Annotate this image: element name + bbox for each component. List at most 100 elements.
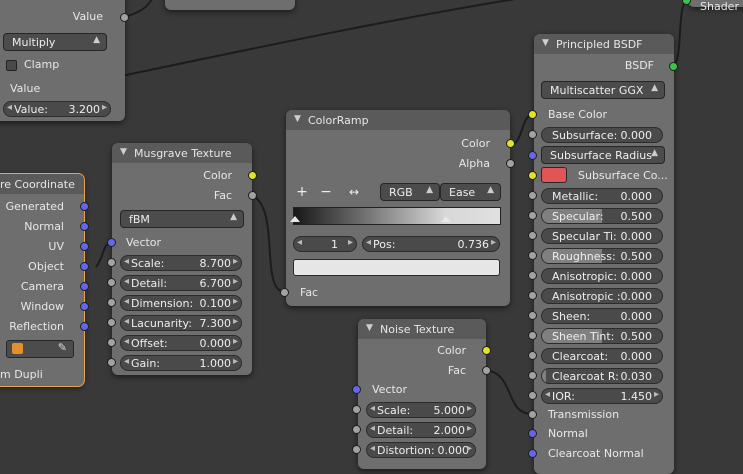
specular-tint-socket[interactable] (528, 231, 537, 240)
noise-detail-socket[interactable] (352, 425, 361, 434)
output-node[interactable]: Shader (688, 0, 743, 13)
specular-socket[interactable] (528, 211, 537, 220)
texture-coordinate-header[interactable]: re Coordinate (0, 174, 84, 194)
colorramp-fac-socket[interactable] (280, 288, 289, 297)
generated-socket[interactable] (80, 202, 89, 211)
stop-position-field[interactable]: ◂ Pos: 0.736 ▸ (362, 236, 500, 252)
metallic-socket[interactable] (528, 191, 537, 200)
musgrave-fac-socket[interactable] (248, 191, 257, 200)
anisotropic-field[interactable]: Anisotropic: 0.000 (541, 268, 663, 284)
value-output-socket[interactable] (120, 13, 129, 22)
distribution-dropdown[interactable]: Multiscatter GGX ▲ (541, 81, 665, 99)
camera-socket[interactable] (80, 282, 89, 291)
specular-tint-field[interactable]: Specular Ti: 0.000 (541, 228, 663, 244)
flip-ramp-button[interactable]: ↔ (342, 183, 366, 201)
musgrave-lacunarity-socket[interactable] (107, 318, 116, 327)
eyedropper-icon[interactable]: ✎ (58, 341, 67, 354)
value-field[interactable]: ◂ Value: 3.200 ▸ (3, 101, 111, 117)
musgrave-dimension-field[interactable]: ◂ Dimension: 0.100 ▸ (120, 295, 242, 311)
musgrave-dimension-socket[interactable] (107, 298, 116, 307)
color-stop-handle-0[interactable] (290, 216, 300, 222)
object-socket[interactable] (80, 262, 89, 271)
principled-bsdf-node[interactable]: ▼ Principled BSDF BSDF Multiscatter GGX … (534, 34, 674, 474)
subsurface-field[interactable]: Subsurface: 0.000 (541, 127, 663, 143)
colorramp-alpha-socket[interactable] (506, 159, 515, 168)
roughness-field[interactable]: Roughness: 0.500 (541, 248, 663, 264)
reflection-socket[interactable] (80, 322, 89, 331)
noise-scale-socket[interactable] (352, 405, 361, 414)
subsurface-socket[interactable] (528, 130, 537, 139)
collapse-triangle-icon[interactable]: ▼ (120, 147, 127, 157)
color-ramp-gradient[interactable] (293, 207, 501, 225)
clamp-checkbox[interactable] (6, 60, 17, 71)
window-socket[interactable] (80, 302, 89, 311)
noise-detail-field[interactable]: ◂ Detail: 2.000 ▸ (366, 422, 476, 438)
metallic-field[interactable]: Metallic: 0.000 (541, 188, 663, 204)
subsurface-color-swatch[interactable] (541, 167, 567, 183)
collapse-triangle-icon[interactable]: ▼ (366, 323, 373, 333)
math-node[interactable]: Value Multiply ▲ Clamp Value ◂ Value: 3.… (0, 0, 125, 121)
ior-socket[interactable] (528, 391, 537, 400)
musgrave-scale-socket[interactable] (107, 258, 116, 267)
specular-field[interactable]: Specular: 0.500 (541, 208, 663, 224)
musgrave-gain-socket[interactable] (107, 358, 116, 367)
bsdf-header[interactable]: ▼ Principled BSDF (534, 34, 674, 54)
musgrave-lacunarity-field[interactable]: ◂ Lacunarity: 7.300 ▸ (120, 315, 242, 331)
noise-header[interactable]: ▼ Noise Texture (358, 319, 486, 339)
musgrave-vector-socket[interactable] (107, 238, 116, 247)
transmission-socket[interactable] (528, 410, 537, 419)
sheen-tint-field[interactable]: Sheen Tint: 0.500 (541, 328, 663, 344)
sheen-field[interactable]: Sheen: 0.000 (541, 308, 663, 324)
subsurface-method-dropdown[interactable]: Subsurface Radius ▲ (541, 146, 665, 164)
musgrave-offset-socket[interactable] (107, 338, 116, 347)
interpolation-dropdown[interactable]: Ease ▲ (440, 183, 501, 201)
uv-socket[interactable] (80, 242, 89, 251)
color-mode-dropdown[interactable]: RGB ▲ (380, 183, 440, 201)
musgrave-header[interactable]: ▼ Musgrave Texture (112, 143, 252, 163)
normal-socket[interactable] (80, 222, 89, 231)
musgrave-texture-node[interactable]: ▼ Musgrave Texture Color Fac fBM ▲ Vecto… (112, 143, 252, 375)
anisotropic-rotation-socket[interactable] (528, 291, 537, 300)
stop-color-swatch[interactable] (293, 259, 500, 276)
roughness-socket[interactable] (528, 251, 537, 260)
musgrave-offset-field[interactable]: ◂ Offset: 0.000 ▸ (120, 335, 242, 351)
noise-fac-socket[interactable] (482, 366, 491, 375)
ior-field[interactable]: ◂ IOR: 1.450 ▸ (541, 388, 663, 404)
clearcoat-socket[interactable] (528, 351, 537, 360)
add-stop-button[interactable]: + (292, 183, 312, 201)
color-stop-handle-1[interactable] (441, 216, 451, 222)
texture-coordinate-node[interactable]: re Coordinate Generated Normal UV Object… (0, 174, 84, 386)
musgrave-type-dropdown[interactable]: fBM ▲ (120, 210, 244, 228)
musgrave-detail-field[interactable]: ◂ Detail: 6.700 ▸ (120, 275, 242, 291)
stop-index-field[interactable]: ◂ 1 ▸ (293, 236, 357, 252)
clearcoat-normal-socket[interactable] (528, 449, 537, 458)
musgrave-color-socket[interactable] (248, 171, 257, 180)
blend-mode-dropdown[interactable]: Multiply ▲ (3, 33, 107, 51)
clearcoat-roughness-socket[interactable] (528, 371, 537, 380)
sheen-tint-socket[interactable] (528, 331, 537, 340)
colorramp-header[interactable]: ▼ ColorRamp (286, 110, 510, 130)
collapse-triangle-icon[interactable]: ▼ (542, 38, 549, 48)
musgrave-gain-field[interactable]: ◂ Gain: 1.000 ▸ (120, 355, 242, 371)
colorramp-color-socket[interactable] (506, 139, 515, 148)
sheen-socket[interactable] (528, 311, 537, 320)
noise-distortion-field[interactable]: ◂ Distortion: 0.000 ▸ (366, 442, 476, 458)
subsurface-radius-socket[interactable] (528, 151, 537, 160)
anisotropic-rotation-field[interactable]: Anisotropic :0.000 (541, 288, 663, 304)
anisotropic-socket[interactable] (528, 271, 537, 280)
clearcoat-roughness-field[interactable]: Clearcoat R: 0.030 (541, 368, 663, 384)
colorramp-node[interactable]: ▼ ColorRamp Color Alpha + − ↔ RGB ▲ Ease… (286, 110, 510, 306)
noise-texture-node[interactable]: ▼ Noise Texture Color Fac Vector ◂ Scale:… (358, 319, 486, 469)
noise-vector-socket[interactable] (352, 385, 361, 394)
remove-stop-button[interactable]: − (316, 183, 336, 201)
clearcoat-field[interactable]: Clearcoat: 0.000 (541, 348, 663, 364)
musgrave-detail-socket[interactable] (107, 278, 116, 287)
object-picker[interactable]: ✎ (6, 340, 74, 358)
collapse-triangle-icon[interactable]: ▼ (294, 114, 301, 124)
base-color-socket[interactable] (528, 110, 537, 119)
normal-socket-bsdf[interactable] (528, 429, 537, 438)
noise-color-socket[interactable] (482, 346, 491, 355)
subsurface-color-socket[interactable] (528, 171, 537, 180)
noise-scale-field[interactable]: ◂ Scale: 5.000 ▸ (366, 402, 476, 418)
noise-distortion-socket[interactable] (352, 445, 361, 454)
